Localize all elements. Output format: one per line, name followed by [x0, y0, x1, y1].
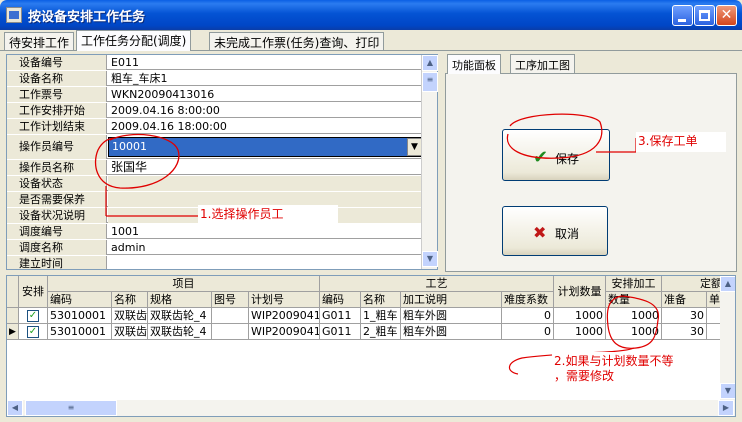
- prop-row: 操作员名称 张国华: [7, 160, 423, 175]
- header-arrange[interactable]: 安排: [19, 276, 48, 308]
- dispatch-name-value[interactable]: admin: [108, 240, 423, 255]
- annotation-2-line-2: ，需要修改: [554, 369, 615, 383]
- prop-label: 建立时间: [7, 256, 107, 269]
- header-drawing[interactable]: 图号: [212, 292, 249, 308]
- cell-plan-no[interactable]: WIP20090413: [249, 324, 320, 340]
- annotation-3: 3.保存工单: [636, 132, 726, 152]
- function-panel-body: ✔ 保存 ✖ 取消: [445, 73, 737, 272]
- header-proc-code[interactable]: 编码: [320, 292, 361, 308]
- scroll-thumb[interactable]: ≡: [422, 72, 438, 92]
- window-title: 按设备安排工作任务: [28, 10, 146, 25]
- scroll-up-icon[interactable]: ▲: [422, 55, 438, 71]
- device-name-value[interactable]: 粗车_车床1: [108, 71, 423, 86]
- cross-icon: ✖: [533, 223, 547, 242]
- prop-row: 工作安排开始 2009.04.16 8:00:00: [7, 103, 423, 118]
- cancel-button-label: 取消: [555, 227, 580, 241]
- maximize-icon: [699, 10, 710, 21]
- cell-spec[interactable]: 双联齿轮_4: [148, 308, 212, 324]
- cell-name[interactable]: 双联齿: [112, 324, 148, 340]
- cell-proc-code[interactable]: G011: [320, 324, 361, 340]
- prop-row: 设备名称 粗车_车床1: [7, 71, 423, 86]
- app-icon: [6, 7, 22, 23]
- close-button[interactable]: ✕: [716, 5, 737, 26]
- annotation-2-line-1: 2.如果与计划数量不等: [554, 354, 674, 368]
- header-plan-no[interactable]: 计划号: [249, 292, 320, 308]
- chevron-down-icon[interactable]: ▼: [407, 138, 422, 156]
- table-vertical-scrollbar[interactable]: ▲ ▼: [720, 276, 735, 400]
- scroll-up-icon[interactable]: ▲: [720, 276, 735, 292]
- header-spec[interactable]: 规格: [148, 292, 212, 308]
- prop-label: 调度名称: [7, 240, 107, 255]
- scroll-thumb[interactable]: ≡: [25, 400, 117, 416]
- tab-pending-work[interactable]: 待安排工作: [4, 32, 75, 50]
- close-icon: ✕: [720, 7, 733, 23]
- ticket-no-value[interactable]: WKN20090413016: [108, 87, 423, 102]
- arrange-checkbox-cell[interactable]: ✓: [19, 308, 48, 324]
- scroll-right-icon[interactable]: ▶: [718, 400, 734, 416]
- header-desc[interactable]: 加工说明: [401, 292, 502, 308]
- prop-row: 调度名称 admin: [7, 240, 423, 255]
- property-scrollbar[interactable]: ▲ ≡ ▼: [421, 55, 438, 269]
- arrange-checkbox[interactable]: ✓: [27, 326, 39, 338]
- cell-code[interactable]: 53010001: [48, 324, 112, 340]
- prop-label: 设备编号: [7, 55, 107, 70]
- prop-row: 操作员编号 10001 ▼: [7, 135, 423, 159]
- cell-code[interactable]: 53010001: [48, 308, 112, 324]
- arrange-checkbox[interactable]: ✓: [27, 310, 39, 322]
- cell-desc[interactable]: 粗车外圆: [401, 308, 502, 324]
- prop-row: 建立时间: [7, 256, 423, 269]
- row-indicator: [7, 308, 19, 324]
- created-time-value[interactable]: [108, 256, 423, 269]
- cell-name[interactable]: 双联齿: [112, 308, 148, 324]
- minimize-button[interactable]: [672, 5, 693, 26]
- tab-process-drawing[interactable]: 工序加工图: [510, 54, 575, 73]
- cell-drawing[interactable]: [212, 308, 249, 324]
- header-group-project: 项目: [48, 276, 320, 292]
- scroll-left-icon[interactable]: ◀: [7, 400, 23, 416]
- prop-label: 工作安排开始: [7, 103, 107, 118]
- cancel-button[interactable]: ✖ 取消: [502, 206, 608, 256]
- annotation-1: 1.选择操作员工: [198, 205, 338, 227]
- annotation-ellipse-1: [94, 133, 200, 217]
- scroll-down-icon[interactable]: ▼: [720, 383, 735, 399]
- prop-label: 设备名称: [7, 71, 107, 86]
- arrange-checkbox-cell[interactable]: ✓: [19, 324, 48, 340]
- cell-drawing[interactable]: [212, 324, 249, 340]
- cell-spec[interactable]: 双联齿轮_4: [148, 324, 212, 340]
- annotation-2: 2.如果与计划数量不等 ，需要修改: [552, 352, 707, 386]
- device-id-value[interactable]: E011: [108, 55, 423, 70]
- prop-row: 工作计划结束 2009.04.16 18:00:00: [7, 119, 423, 134]
- header-indicator: [7, 276, 19, 308]
- header-proc-name[interactable]: 名称: [361, 292, 401, 308]
- prop-label: 工作票号: [7, 87, 107, 102]
- maximize-button[interactable]: [694, 5, 715, 26]
- cell-proc-code[interactable]: G011: [320, 308, 361, 324]
- header-group-fixed: 定额: [662, 276, 723, 292]
- minimize-icon: [678, 19, 686, 22]
- cell-proc-name[interactable]: 1_粗车: [361, 308, 401, 324]
- property-grid: 设备编号 E011 设备名称 粗车_车床1 工作票号 WKN2009041301…: [6, 54, 438, 270]
- prop-row: 设备编号 E011: [7, 55, 423, 70]
- table-horizontal-scrollbar[interactable]: ◀ ≡ ▶: [7, 400, 735, 416]
- header-name[interactable]: 名称: [112, 292, 148, 308]
- cell-plan-no[interactable]: WIP20090413: [249, 308, 320, 324]
- cell-proc-name[interactable]: 2_粗车: [361, 324, 401, 340]
- row-pointer-icon: ▶: [7, 324, 19, 340]
- cell-desc[interactable]: 粗车外圆: [401, 324, 502, 340]
- tab-function-panel[interactable]: 功能面板: [447, 54, 501, 74]
- header-code[interactable]: 编码: [48, 292, 112, 308]
- prop-row: 设备状态: [7, 176, 423, 191]
- prop-row: 工作票号 WKN20090413016: [7, 87, 423, 102]
- scroll-down-icon[interactable]: ▼: [422, 251, 438, 267]
- start-time-value[interactable]: 2009.04.16 8:00:00: [108, 103, 423, 118]
- tab-task-assignment[interactable]: 工作任务分配(调度): [76, 30, 192, 51]
- tab-unfinished-query[interactable]: 未完成工作票(任务)查询、打印: [209, 32, 385, 50]
